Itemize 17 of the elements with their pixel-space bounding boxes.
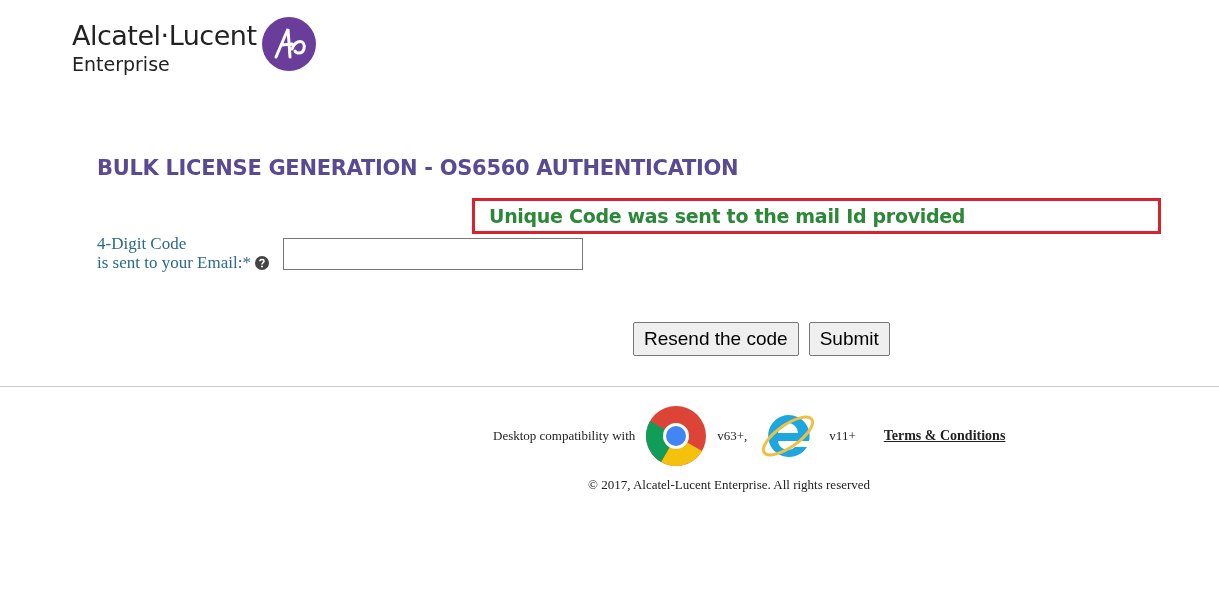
page-heading: BULK LICENSE GENERATION - OS6560 AUTHENTICATION	[97, 156, 740, 180]
resend-button[interactable]: Resend the code	[633, 322, 799, 356]
brand-subtitle: Enterprise	[72, 52, 171, 76]
logo-icon	[262, 17, 317, 71]
submit-button[interactable]: Submit	[808, 322, 890, 356]
code-input-field[interactable]	[282, 238, 583, 270]
field-label: 4-Digit Code	[97, 234, 188, 253]
success-message: Unique Code was sent to the mail Id provided	[472, 198, 1161, 234]
terms-link[interactable]: Terms & Conditions	[883, 428, 1006, 444]
version-text: v63+,	[717, 428, 748, 444]
compatibility-text: Desktop compatibility with	[493, 428, 636, 444]
browser-icon	[645, 405, 708, 467]
field-label: is sent to your Email:*	[97, 253, 251, 272]
help-icon[interactable]	[254, 255, 269, 270]
version-text: v11+	[829, 428, 856, 444]
copyright-text: © 2017, Alcatel-Lucent Enterprise. All rights reserved	[588, 477, 871, 492]
brand-name: Alcatel·Lucent	[72, 20, 257, 52]
